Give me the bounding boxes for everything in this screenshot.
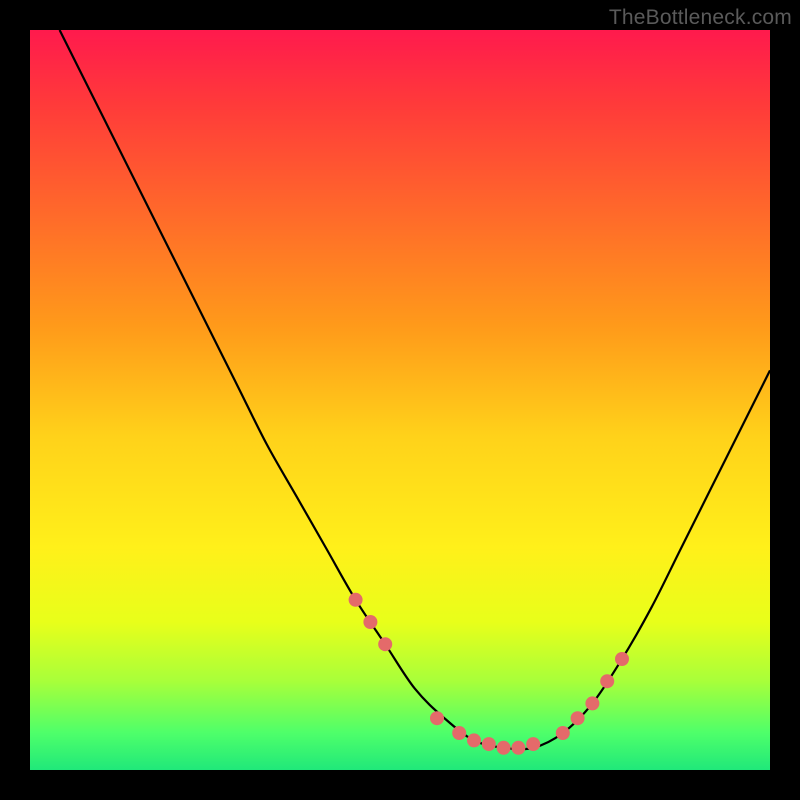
- marker-dot: [526, 737, 540, 751]
- marker-dot: [363, 615, 377, 629]
- marker-dot: [511, 741, 525, 755]
- marker-dot: [452, 726, 466, 740]
- marker-dot: [556, 726, 570, 740]
- marker-group: [349, 593, 629, 755]
- marker-dot: [600, 674, 614, 688]
- plot-area: [30, 30, 770, 770]
- chart-stage: TheBottleneck.com: [0, 0, 800, 800]
- marker-dot: [585, 696, 599, 710]
- marker-dot: [467, 733, 481, 747]
- marker-dot: [349, 593, 363, 607]
- marker-dot: [615, 652, 629, 666]
- marker-dot: [482, 737, 496, 751]
- watermark-text: TheBottleneck.com: [609, 6, 792, 30]
- marker-dot: [497, 741, 511, 755]
- marker-dot: [571, 711, 585, 725]
- marker-dot: [378, 637, 392, 651]
- curve-layer: [30, 30, 770, 770]
- marker-dot: [430, 711, 444, 725]
- bottleneck-curve: [60, 30, 770, 749]
